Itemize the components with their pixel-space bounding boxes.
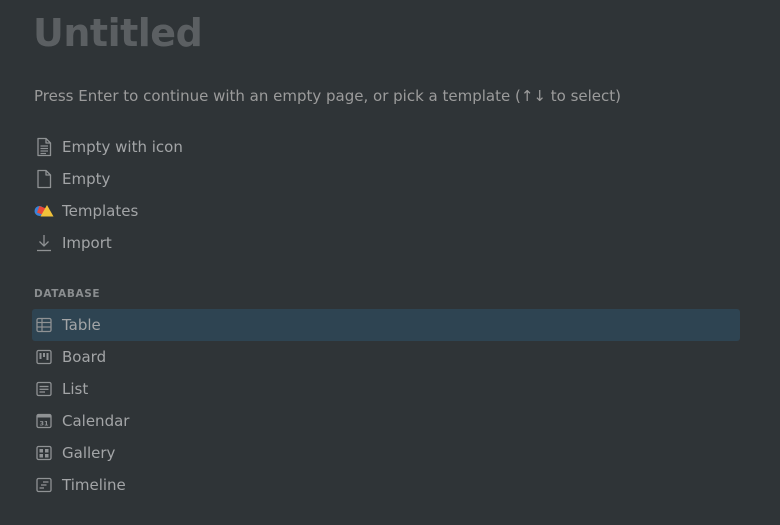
template-hint: Press Enter to continue with an empty pa… [34, 87, 621, 105]
menu-item-list[interactable]: List [32, 373, 740, 405]
calendar-icon-date: 31 [39, 420, 49, 428]
template-menu: Empty with icon Empty Templates Import [32, 131, 740, 259]
menu-item-gallery[interactable]: Gallery [32, 437, 740, 469]
table-icon [33, 314, 55, 336]
timeline-icon [33, 474, 55, 496]
menu-item-empty[interactable]: Empty [32, 163, 740, 195]
menu-item-templates[interactable]: Templates [32, 195, 740, 227]
database-section-heading: DATABASE [34, 288, 101, 300]
menu-item-label: Board [62, 348, 107, 366]
calendar-icon: 31 [33, 410, 55, 432]
menu-item-import[interactable]: Import [32, 227, 740, 259]
blank-page-icon [33, 168, 55, 190]
menu-item-board[interactable]: Board [32, 341, 740, 373]
menu-item-table[interactable]: Table [32, 309, 740, 341]
menu-item-label: Calendar [62, 412, 130, 430]
list-icon [33, 378, 55, 400]
new-page-view: Untitled Press Enter to continue with an… [0, 0, 780, 525]
page-with-lines-icon [33, 136, 55, 158]
database-menu: Table Board List 31 Calendar Gallery Tim… [32, 309, 740, 501]
menu-item-label: Empty [62, 170, 111, 188]
download-arrow-icon [33, 232, 55, 254]
menu-item-empty-with-icon[interactable]: Empty with icon [32, 131, 740, 163]
menu-item-label: Templates [62, 202, 139, 220]
gallery-icon [33, 442, 55, 464]
page-title[interactable]: Untitled [33, 10, 203, 56]
menu-item-label: List [62, 380, 89, 398]
menu-item-label: Empty with icon [62, 138, 183, 156]
templates-shapes-icon [33, 200, 55, 222]
menu-item-timeline[interactable]: Timeline [32, 469, 740, 501]
menu-item-label: Import [62, 234, 112, 252]
menu-item-calendar[interactable]: 31 Calendar [32, 405, 740, 437]
menu-item-label: Table [62, 316, 101, 334]
menu-item-label: Gallery [62, 444, 116, 462]
board-icon [33, 346, 55, 368]
menu-item-label: Timeline [62, 476, 126, 494]
